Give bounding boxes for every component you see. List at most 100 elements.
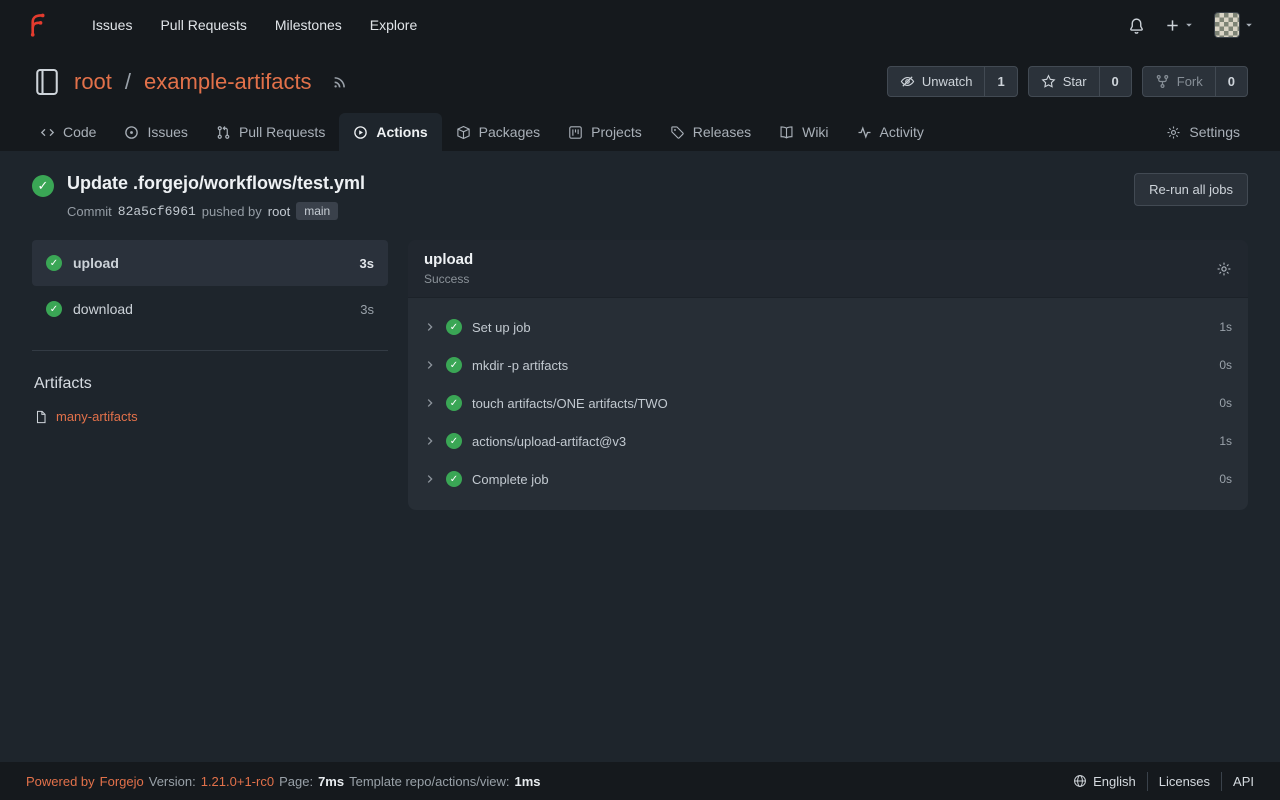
fork-button[interactable]: Fork — [1143, 67, 1215, 96]
tab-code[interactable]: Code — [26, 113, 110, 151]
version-link[interactable]: 1.21.0+1-rc0 — [201, 774, 274, 789]
tab-releases[interactable]: Releases — [656, 113, 765, 151]
job-detail-card: upload Success ✓ Set up job 1s — [408, 240, 1248, 510]
tab-packages[interactable]: Packages — [442, 113, 554, 151]
create-new-button[interactable] — [1165, 18, 1194, 33]
avatar — [1214, 12, 1240, 38]
author-link[interactable]: root — [268, 204, 290, 219]
language-label: English — [1093, 774, 1136, 789]
tab-label: Settings — [1189, 124, 1240, 140]
step-duration: 0s — [1219, 358, 1232, 372]
job-options-gear-icon[interactable] — [1216, 261, 1232, 277]
success-check-icon: ✓ — [446, 471, 462, 487]
unwatch-label: Unwatch — [922, 74, 973, 89]
tab-label: Wiki — [802, 124, 828, 140]
repo-owner-link[interactable]: root — [74, 69, 112, 95]
step-row-set-up-job[interactable]: ✓ Set up job 1s — [408, 308, 1248, 346]
job-duration: 3s — [360, 302, 374, 317]
step-label: touch artifacts/ONE artifacts/TWO — [472, 396, 668, 411]
tab-label: Packages — [479, 124, 540, 140]
rerun-all-jobs-button[interactable]: Re-run all jobs — [1134, 173, 1248, 206]
success-check-icon: ✓ — [46, 301, 62, 317]
star-icon — [1041, 74, 1056, 89]
navbar-link-pull-requests[interactable]: Pull Requests — [146, 9, 260, 41]
chevron-right-icon — [424, 321, 436, 333]
step-row-mkdir[interactable]: ✓ mkdir -p artifacts 0s — [408, 346, 1248, 384]
repo-book-icon — [32, 67, 62, 97]
user-menu-button[interactable] — [1214, 12, 1254, 38]
step-label: Complete job — [472, 472, 549, 487]
project-board-icon — [568, 125, 583, 140]
tab-projects[interactable]: Projects — [554, 113, 656, 151]
tab-activity[interactable]: Activity — [843, 113, 938, 151]
navbar-link-explore[interactable]: Explore — [356, 9, 431, 41]
tab-issues[interactable]: Issues — [110, 113, 201, 151]
run-info: Update .forgejo/workflows/test.yml Commi… — [67, 173, 365, 220]
step-row-complete-job[interactable]: ✓ Complete job 0s — [408, 460, 1248, 498]
tab-actions[interactable]: Actions — [339, 113, 441, 151]
job-detail-titles: upload Success — [424, 251, 473, 286]
unwatch-button[interactable]: Unwatch — [888, 67, 985, 96]
run-header: ✓ Update .forgejo/workflows/test.yml Com… — [32, 173, 1248, 220]
step-row-upload-artifact[interactable]: ✓ actions/upload-artifact@v3 1s — [408, 422, 1248, 460]
forks-count[interactable]: 0 — [1215, 67, 1247, 96]
job-row-download[interactable]: ✓ download 3s — [32, 286, 388, 332]
artifact-download-link[interactable]: many-artifacts — [56, 409, 138, 424]
notifications-bell-icon[interactable] — [1128, 17, 1145, 34]
repo-header: root / example-artifacts U — [0, 50, 1280, 109]
step-duration: 1s — [1219, 320, 1232, 334]
tab-label: Pull Requests — [239, 124, 325, 140]
tab-label: Issues — [147, 124, 187, 140]
stars-count[interactable]: 0 — [1099, 67, 1131, 96]
forgejo-logo-icon[interactable] — [26, 12, 52, 38]
eye-off-icon — [900, 74, 915, 89]
step-duration: 1s — [1219, 434, 1232, 448]
tab-settings[interactable]: Settings — [1152, 113, 1254, 151]
star-button[interactable]: Star — [1029, 67, 1099, 96]
issue-icon — [124, 125, 139, 140]
api-link[interactable]: API — [1221, 772, 1254, 791]
commit-line: Commit 82a5cf6961 pushed by root main — [67, 202, 365, 220]
gear-icon — [1166, 125, 1181, 140]
chevron-down-icon — [1184, 20, 1194, 30]
navbar-link-issues[interactable]: Issues — [78, 9, 146, 41]
job-row-upload[interactable]: ✓ upload 3s — [32, 240, 388, 286]
page: Issues Pull Requests Milestones Explore — [0, 0, 1280, 800]
repo-separator: / — [125, 69, 131, 95]
language-selector[interactable]: English — [1062, 772, 1147, 791]
navbar-links: Issues Pull Requests Milestones Explore — [78, 9, 431, 41]
artifact-item: many-artifacts — [32, 409, 388, 424]
rss-icon[interactable] — [332, 73, 349, 90]
pulse-icon — [857, 125, 872, 140]
navbar-link-milestones[interactable]: Milestones — [261, 9, 356, 41]
repo-tabbar: Code Issues Pull Requests Actions Packag… — [0, 109, 1280, 151]
step-label: actions/upload-artifact@v3 — [472, 434, 626, 449]
job-detail-name: upload — [424, 251, 473, 268]
tab-pull-requests[interactable]: Pull Requests — [202, 113, 339, 151]
job-duration: 3s — [360, 256, 374, 271]
tab-wiki[interactable]: Wiki — [765, 113, 842, 151]
pull-request-icon — [216, 125, 231, 140]
watchers-count[interactable]: 1 — [984, 67, 1016, 96]
unwatch-button-group: Unwatch 1 — [887, 66, 1018, 97]
repo-name-link[interactable]: example-artifacts — [144, 69, 312, 95]
page-time-value: 7ms — [318, 774, 344, 789]
commit-sha-link[interactable]: 82a5cf6961 — [118, 204, 196, 219]
globe-icon — [1073, 774, 1087, 788]
branch-badge[interactable]: main — [296, 202, 338, 220]
tag-icon — [670, 125, 685, 140]
play-circle-icon — [353, 125, 368, 140]
repo-title: root / example-artifacts — [32, 67, 349, 97]
step-row-touch[interactable]: ✓ touch artifacts/ONE artifacts/TWO 0s — [408, 384, 1248, 422]
template-time-label: Template repo/actions/view: — [349, 774, 509, 789]
licenses-link[interactable]: Licenses — [1147, 772, 1221, 791]
tab-label: Code — [63, 124, 96, 140]
package-icon — [456, 125, 471, 140]
forgejo-link[interactable]: Forgejo — [100, 774, 144, 789]
divider — [32, 350, 388, 351]
success-check-icon: ✓ — [46, 255, 62, 271]
fork-label: Fork — [1177, 74, 1203, 89]
footer-links: English Licenses API — [1062, 772, 1254, 791]
job-detail-status: Success — [424, 272, 473, 286]
step-duration: 0s — [1219, 396, 1232, 410]
